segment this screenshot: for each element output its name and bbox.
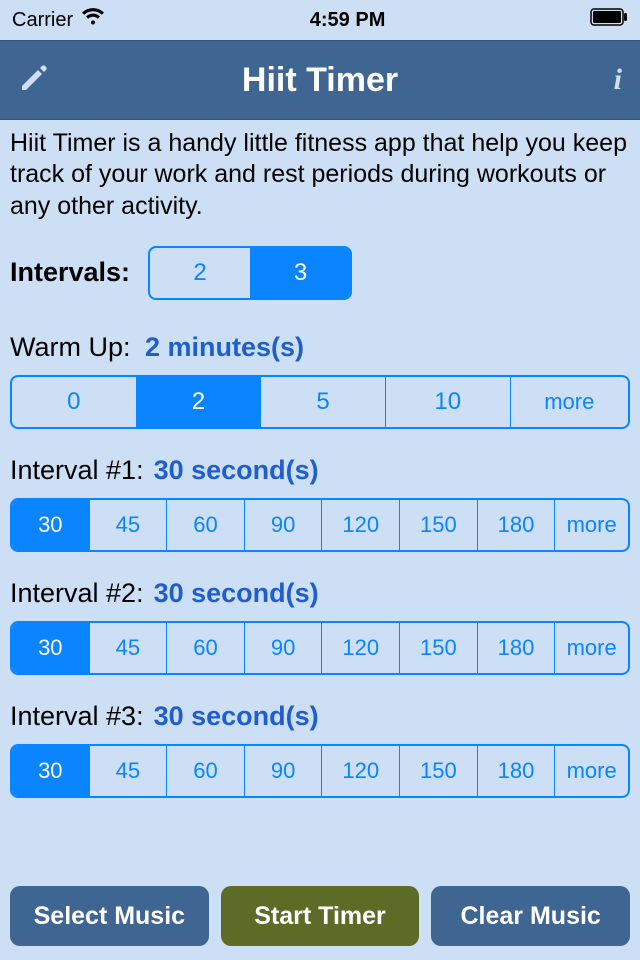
clear-music-button[interactable]: Clear Music — [431, 886, 630, 946]
warmup-option-5[interactable]: 5 — [260, 377, 385, 427]
interval-option-120[interactable]: 120 — [321, 500, 399, 550]
edit-button[interactable] — [18, 62, 50, 99]
info-button[interactable]: i — [614, 63, 622, 97]
content: Hiit Timer is a handy little fitness app… — [0, 120, 640, 798]
interval-option-60[interactable]: 60 — [166, 623, 244, 673]
intervals-label: Intervals: — [10, 257, 130, 288]
warmup-option-10[interactable]: 10 — [385, 377, 510, 427]
intervals-segment[interactable]: 23 — [148, 246, 352, 300]
app-description: Hiit Timer is a handy little fitness app… — [10, 128, 630, 222]
interval-option-180[interactable]: 180 — [477, 746, 555, 796]
interval-label: Interval #1: — [10, 455, 144, 485]
interval-option-45[interactable]: 45 — [89, 623, 167, 673]
warmup-option-0[interactable]: 0 — [12, 377, 136, 427]
interval-options[interactable]: 30456090120150180more — [10, 621, 630, 675]
interval-option-45[interactable]: 45 — [89, 746, 167, 796]
interval-row-1: Interval #1: 30 second(s) 3045609012015018… — [10, 455, 630, 552]
bottom-bar: Select Music Start Timer Clear Music — [10, 886, 630, 946]
interval-option-90[interactable]: 90 — [244, 623, 322, 673]
status-left: Carrier — [12, 8, 105, 32]
warmup-value: 2 minutes(s) — [145, 332, 304, 362]
interval-value: 30 second(s) — [154, 455, 319, 485]
intervals-option-3[interactable]: 3 — [250, 248, 350, 298]
interval-row-2: Interval #2: 30 second(s) 3045609012015018… — [10, 578, 630, 675]
info-icon: i — [614, 63, 622, 97]
interval-option-90[interactable]: 90 — [244, 500, 322, 550]
intervals-row: Intervals: 23 — [10, 246, 630, 300]
interval-option-60[interactable]: 60 — [166, 500, 244, 550]
interval-option-30[interactable]: 30 — [12, 623, 89, 673]
interval-option-180[interactable]: 180 — [477, 500, 555, 550]
interval-option-120[interactable]: 120 — [321, 623, 399, 673]
interval-option-more[interactable]: more — [554, 623, 628, 673]
interval-option-more[interactable]: more — [554, 500, 628, 550]
nav-bar: Hiit Timer i — [0, 40, 640, 120]
warmup-option-more[interactable]: more — [510, 377, 628, 427]
warmup-options[interactable]: 02510more — [10, 375, 630, 429]
interval-row-3: Interval #3: 30 second(s) 3045609012015018… — [10, 701, 630, 798]
wifi-icon — [81, 8, 105, 32]
interval-options[interactable]: 30456090120150180more — [10, 744, 630, 798]
interval-option-more[interactable]: more — [554, 746, 628, 796]
interval-option-120[interactable]: 120 — [321, 746, 399, 796]
interval-option-60[interactable]: 60 — [166, 746, 244, 796]
warmup-option-2[interactable]: 2 — [136, 377, 261, 427]
status-bar: Carrier 4:59 PM — [0, 0, 640, 40]
carrier-label: Carrier — [12, 9, 73, 32]
page-title: Hiit Timer — [0, 61, 640, 100]
interval-option-180[interactable]: 180 — [477, 623, 555, 673]
interval-option-150[interactable]: 150 — [399, 746, 477, 796]
status-time: 4:59 PM — [310, 9, 386, 32]
battery-icon — [590, 8, 628, 32]
interval-value: 30 second(s) — [154, 701, 319, 731]
warmup-row: Warm Up: 2 minutes(s) 02510more — [10, 332, 630, 429]
interval-option-30[interactable]: 30 — [12, 746, 89, 796]
pencil-icon — [18, 62, 50, 99]
warmup-label: Warm Up: — [10, 332, 131, 362]
interval-label: Interval #2: — [10, 578, 144, 608]
interval-label: Interval #3: — [10, 701, 144, 731]
interval-option-30[interactable]: 30 — [12, 500, 89, 550]
select-music-button[interactable]: Select Music — [10, 886, 209, 946]
start-timer-button[interactable]: Start Timer — [221, 886, 420, 946]
intervals-option-2[interactable]: 2 — [150, 248, 250, 298]
interval-option-150[interactable]: 150 — [399, 500, 477, 550]
interval-option-45[interactable]: 45 — [89, 500, 167, 550]
interval-option-150[interactable]: 150 — [399, 623, 477, 673]
interval-rows: Interval #1:30 second(s)3045609012015018… — [10, 455, 630, 798]
interval-options[interactable]: 30456090120150180more — [10, 498, 630, 552]
interval-option-90[interactable]: 90 — [244, 746, 322, 796]
interval-value: 30 second(s) — [154, 578, 319, 608]
